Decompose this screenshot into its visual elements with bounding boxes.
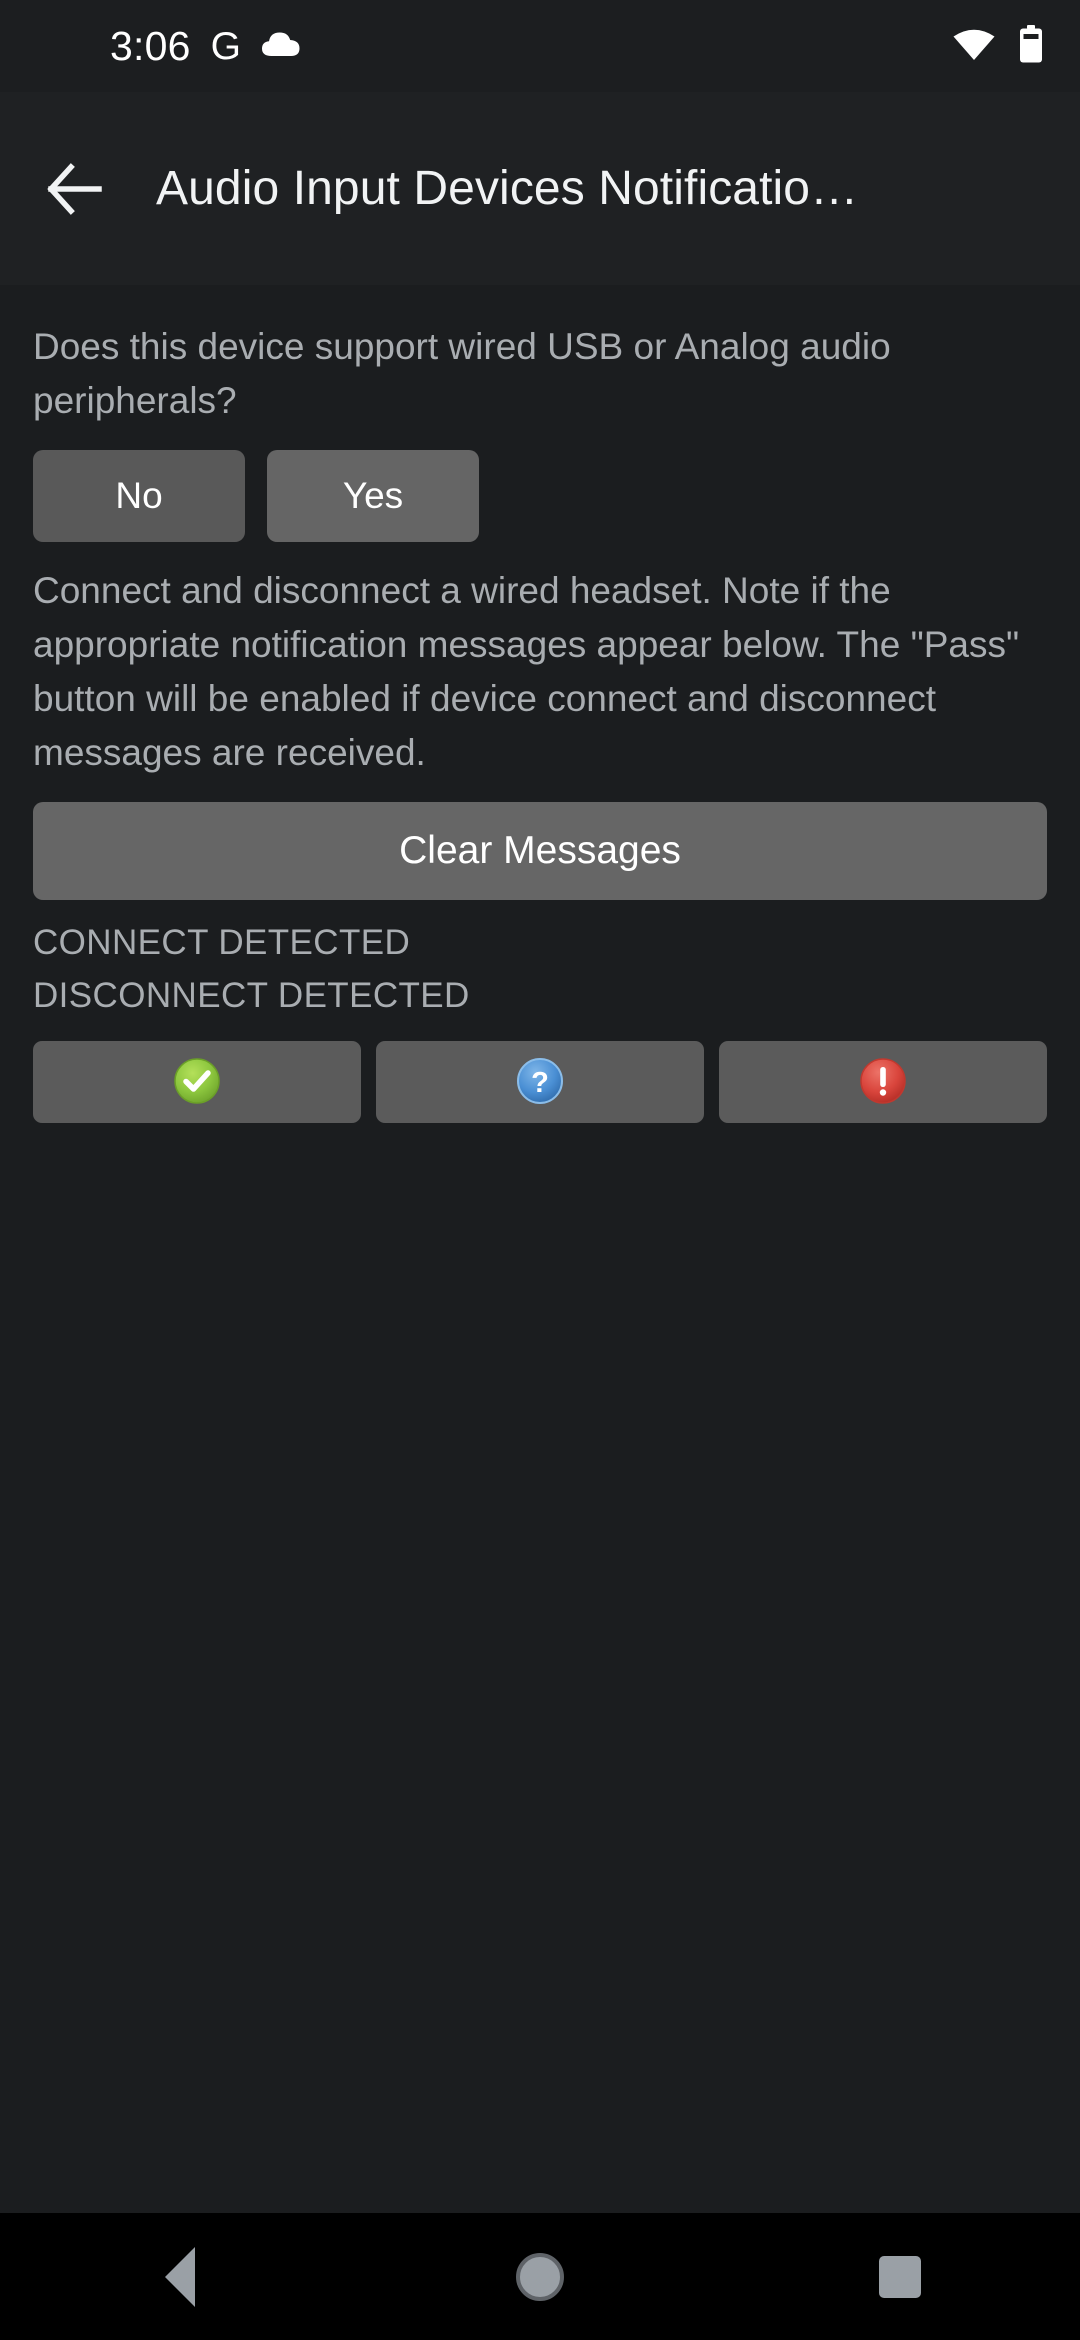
fail-exclamation-icon	[858, 1056, 908, 1109]
nav-home-button[interactable]	[450, 2213, 630, 2340]
clear-messages-button[interactable]: Clear Messages	[33, 802, 1047, 900]
info-button[interactable]: ?	[376, 1041, 704, 1123]
result-button-row: ?	[33, 1041, 1047, 1123]
connect-detected-label: CONNECT DETECTED	[33, 923, 411, 962]
main-content: Does this device support wired USB or An…	[0, 285, 1080, 2213]
battery-icon	[1018, 24, 1044, 68]
no-button[interactable]: No	[33, 450, 245, 542]
status-clock: 3:06	[110, 22, 191, 69]
answer-button-row: No Yes	[33, 450, 1047, 542]
back-triangle-icon	[165, 2246, 195, 2307]
status-bar: 3:06 G	[0, 0, 1080, 92]
instruction-text: Connect and disconnect a wired headset. …	[33, 570, 1020, 773]
nav-back-button[interactable]	[90, 2213, 270, 2340]
page-title: Audio Input Devices Notificatio…	[156, 162, 859, 215]
disconnect-detected-label: DISCONNECT DETECTED	[33, 976, 470, 1015]
home-circle-icon	[516, 2252, 564, 2301]
yes-button[interactable]: Yes	[267, 450, 479, 542]
info-question-icon: ?	[515, 1056, 565, 1109]
pass-check-icon	[172, 1056, 222, 1109]
status-bar-right	[952, 24, 1044, 68]
recents-square-icon	[879, 2255, 921, 2298]
svg-text:?: ?	[531, 1067, 549, 1099]
cloud-icon	[261, 29, 301, 64]
phone-screen: 3:06 G Audio Input Devices Notificatio… …	[0, 0, 1080, 2340]
nav-recents-button[interactable]	[810, 2213, 990, 2340]
navigation-bar	[0, 2213, 1080, 2340]
back-arrow-icon[interactable]	[20, 133, 132, 245]
wifi-icon	[952, 27, 996, 66]
app-bar: Audio Input Devices Notificatio…	[0, 92, 1080, 285]
fail-button[interactable]	[719, 1041, 1047, 1123]
pass-button[interactable]	[33, 1041, 361, 1123]
status-bar-left: 3:06 G	[110, 22, 301, 69]
question-text: Does this device support wired USB or An…	[33, 326, 891, 421]
google-icon: G	[210, 24, 241, 68]
